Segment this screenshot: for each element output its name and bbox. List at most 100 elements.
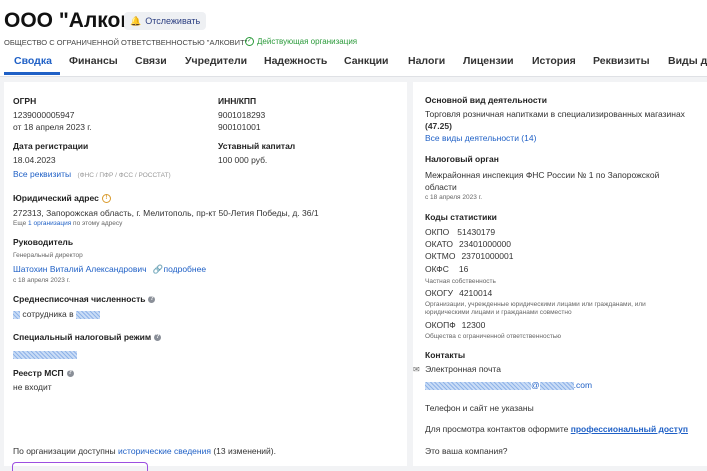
- okogu-value: 4210014: [459, 288, 493, 298]
- your-company-question[interactable]: Это ваша компания?: [425, 446, 508, 456]
- hidden-value: [539, 381, 574, 390]
- okogu-row: ОКОГУ 4210014: [425, 288, 492, 298]
- check-circle-icon: ✓: [245, 37, 254, 46]
- msp-value: не входит: [13, 382, 52, 392]
- okato-row: ОКАТО 23401000000: [425, 239, 511, 249]
- email-at: @: [531, 380, 540, 390]
- tab-licenses[interactable]: Лицензии: [463, 55, 514, 67]
- bell-icon: 🔔: [130, 15, 142, 26]
- activity-code: (47.25): [425, 121, 452, 131]
- follow-button[interactable]: 🔔 Отслеживать: [124, 12, 207, 30]
- activity-label: Основной вид деятельности: [425, 95, 547, 105]
- employees-label-row: Среднесписочная численность?: [13, 294, 156, 304]
- head-label: Руководитель: [13, 237, 74, 247]
- okato-value: 23401000000: [459, 239, 512, 249]
- okfs-note: Частная собственность: [425, 278, 496, 285]
- tax-authority-value-1: Межрайонная инспекция ФНС России № 1 по …: [425, 170, 660, 180]
- okopf-value: 12300: [461, 320, 486, 330]
- address-note-prefix: Еще: [13, 220, 27, 227]
- history-row: По организации доступны исторические све…: [13, 446, 276, 456]
- contacts-label: Контакты: [425, 350, 466, 360]
- stats-label: Коды статистики: [425, 212, 497, 222]
- summary-right-panel: Основной вид деятельности Торговля розни…: [413, 82, 707, 466]
- tax-regime-value: [13, 346, 77, 364]
- ogrn-label: ОГРН: [13, 96, 37, 106]
- all-activities-link[interactable]: Все виды деятельности (14): [425, 133, 536, 143]
- tab-reliability[interactable]: Надежность: [264, 55, 327, 67]
- summary-left-panel: ОГРН 1239000005947 от 18 апреля 2023 г. …: [4, 82, 407, 466]
- address-note-link[interactable]: 1 организация: [28, 220, 71, 227]
- tab-founders[interactable]: Учредители: [185, 55, 247, 67]
- tax-authority-date: с 18 апреля 2023 г.: [425, 194, 483, 201]
- address-label: Юридический адрес: [13, 193, 99, 203]
- pro-access-prefix: Для просмотра контактов оформите: [425, 424, 569, 434]
- warning-icon[interactable]: !: [101, 194, 111, 204]
- employees-value-row: сотрудника в: [13, 309, 101, 319]
- address-note-suffix: по этому адресу: [73, 220, 123, 227]
- head-role: Генеральный директор: [13, 252, 83, 259]
- kpp-value: 900101001: [218, 122, 261, 132]
- address-value: 272313, Запорожская область, г. Мелитопо…: [13, 208, 319, 218]
- active-tab-indicator: [4, 72, 60, 75]
- hidden-value: [13, 350, 77, 359]
- employees-label: Среднесписочная численность: [13, 294, 146, 304]
- hidden-value: [13, 310, 20, 319]
- okopf-label: ОКОПФ: [425, 320, 456, 330]
- tab-taxes[interactable]: Налоги: [408, 55, 445, 67]
- head-more-link[interactable]: подробнее: [164, 264, 207, 274]
- link-icon: 🔗: [152, 264, 164, 274]
- okogu-note-1: Организации, учрежденные юридическими ли…: [425, 301, 646, 308]
- history-prefix: По организации доступны: [13, 446, 116, 456]
- tax-regime-label-row: Специальный налоговый режим?: [13, 332, 162, 342]
- help-icon[interactable]: ?: [66, 370, 74, 378]
- email-value[interactable]: @ .com: [425, 380, 592, 390]
- help-icon[interactable]: ?: [148, 296, 156, 304]
- company-full-name: ОБЩЕСТВО С ОГРАНИЧЕННОЙ ОТВЕТСТВЕННОСТЬЮ…: [4, 38, 248, 47]
- tax-regime-label: Специальный налоговый режим: [13, 332, 152, 342]
- history-link[interactable]: исторические сведения: [118, 446, 211, 456]
- oktmo-row: ОКТМО 23701000001: [425, 251, 513, 261]
- okfs-label: ОКФС: [425, 264, 449, 274]
- okogu-label: ОКОГУ: [425, 288, 454, 298]
- head-date: с 18 апреля 2023 г.: [13, 277, 71, 284]
- pro-access-link[interactable]: профессиональный доступ: [571, 424, 688, 434]
- tab-finance[interactable]: Финансы: [69, 55, 118, 67]
- okopf-note: Общества с ограниченной ответственностью: [425, 333, 562, 340]
- head-name-row: Шатохин Виталий Александрович 🔗подробнее: [13, 264, 206, 275]
- all-requisites-row: Все реквизиты (ФНС / ПФР / ФСС / РОССТАТ…: [13, 169, 171, 179]
- okogu-note-2: юридическими лицами и гражданами совмест…: [425, 309, 572, 316]
- tab-activities[interactable]: Виды де: [668, 55, 707, 67]
- inn-value: 9001018293: [218, 110, 266, 120]
- address-note: Еще 1 организация по этому адресу: [13, 220, 122, 227]
- okpo-row: ОКПО 51430179: [425, 227, 495, 237]
- primary-action-button[interactable]: [12, 462, 148, 471]
- email-domain: .com: [573, 380, 593, 390]
- registration-date-value: 18.04.2023: [13, 155, 56, 165]
- inn-label: ИНН/КПП: [218, 96, 257, 106]
- all-requisites-link[interactable]: Все реквизиты: [13, 169, 71, 179]
- ogrn-date: от 18 апреля 2023 г.: [13, 122, 92, 132]
- head-name-link[interactable]: Шатохин Виталий Александрович: [13, 264, 147, 274]
- pro-access-row: Для просмотра контактов оформите професс…: [425, 424, 688, 434]
- status-badge: ✓ Действующая организация: [245, 37, 357, 46]
- tab-sanctions[interactable]: Санкции: [344, 55, 389, 67]
- history-suffix: (13 изменений).: [213, 446, 276, 456]
- okfs-value: 16: [458, 264, 469, 274]
- tax-authority-label: Налоговый орган: [425, 154, 499, 164]
- okpo-value: 51430179: [457, 227, 496, 237]
- oktmo-label: ОКТМО: [425, 251, 456, 261]
- tab-connections[interactable]: Связи: [135, 55, 167, 67]
- msp-label-row: Реестр МСП?: [13, 368, 74, 378]
- follow-label: Отслеживать: [145, 16, 201, 26]
- tax-authority-value-2: области: [425, 182, 457, 192]
- tab-requisites[interactable]: Реквизиты: [593, 55, 650, 67]
- tab-history[interactable]: История: [532, 55, 576, 67]
- okato-label: ОКАТО: [425, 239, 453, 249]
- mail-icon: ✉: [413, 365, 420, 374]
- email-label-row: ✉ Электронная почта: [413, 364, 501, 374]
- hidden-value: [425, 381, 531, 390]
- tab-summary[interactable]: Сводка: [14, 55, 52, 67]
- help-icon[interactable]: ?: [154, 334, 162, 342]
- hidden-value: [76, 310, 101, 319]
- capital-label: Уставный капитал: [218, 141, 296, 151]
